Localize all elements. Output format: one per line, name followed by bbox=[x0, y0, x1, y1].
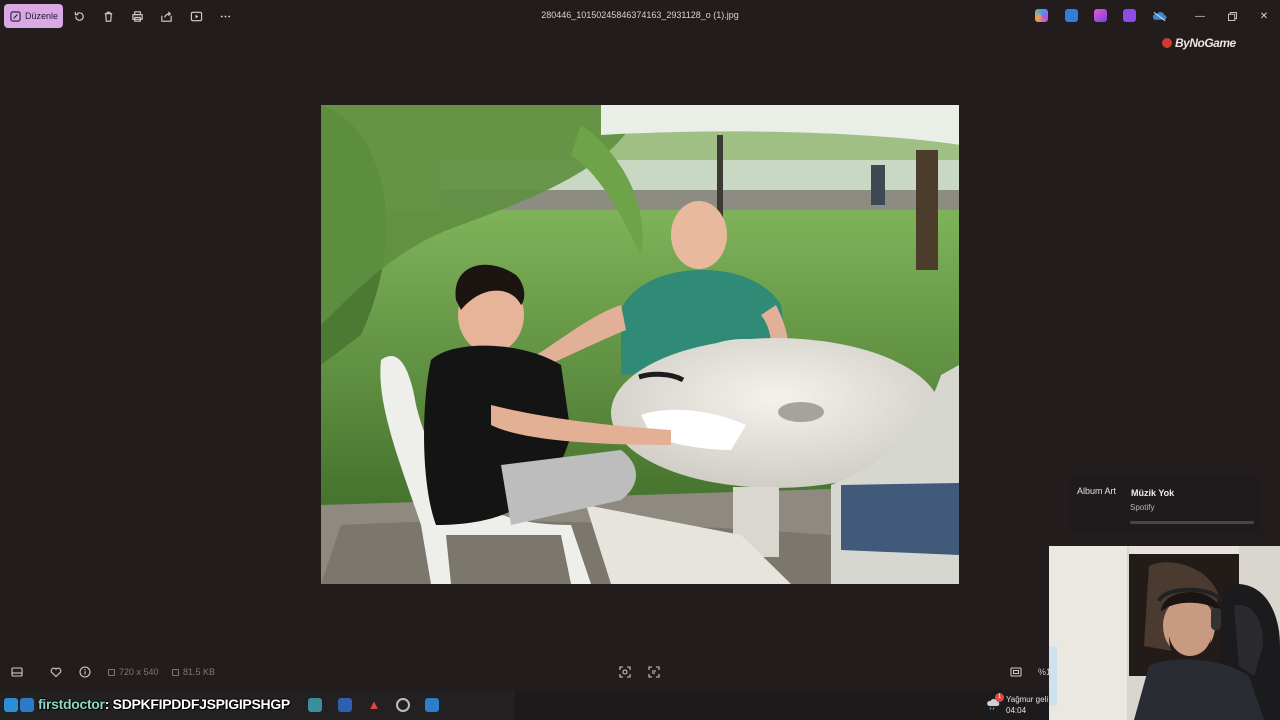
clipchamp-icon[interactable] bbox=[1123, 9, 1136, 22]
photo-image bbox=[321, 105, 959, 584]
search-icon[interactable] bbox=[20, 698, 34, 712]
start-icon[interactable] bbox=[4, 698, 18, 712]
more-icon[interactable] bbox=[217, 8, 233, 24]
scan-text-icon[interactable] bbox=[646, 664, 662, 680]
maximize-icon[interactable] bbox=[1224, 8, 1240, 24]
chat-overlay: firstdoctor: SDPKFIPDDFJSPIGIPSHGP bbox=[38, 696, 290, 712]
acrobat-icon[interactable]: ▲ bbox=[367, 698, 381, 712]
taskbar-apps: ▲ firstdoctor: SDPKFIPDDFJSPIGIPSHGP bbox=[0, 690, 515, 720]
music-title: Müzik Yok bbox=[1131, 488, 1175, 498]
onedrive-icon[interactable] bbox=[1152, 9, 1167, 22]
delete-icon[interactable] bbox=[100, 8, 116, 24]
taskbar-app-icon[interactable] bbox=[308, 698, 322, 712]
favorite-icon[interactable] bbox=[48, 664, 64, 680]
music-progress-bar bbox=[1130, 521, 1254, 524]
weather-text: Yağmur geli bbox=[1006, 695, 1049, 704]
music-source: Spotify bbox=[1130, 503, 1155, 512]
fit-to-window-icon[interactable] bbox=[1008, 664, 1024, 680]
stream-watermark: ByNoGame bbox=[1162, 36, 1236, 50]
print-icon[interactable] bbox=[129, 8, 145, 24]
info-icon[interactable] bbox=[77, 664, 93, 680]
dimensions-icon bbox=[108, 668, 115, 676]
photos-app-window: Düzenle 280446_10150245846374163_2931128… bbox=[0, 0, 1280, 720]
share-icon[interactable] bbox=[158, 8, 174, 24]
close-icon[interactable]: ✕ bbox=[1256, 8, 1272, 24]
edit-button-label: Düzenle bbox=[25, 11, 59, 21]
slideshow-icon[interactable] bbox=[188, 8, 204, 24]
webcam-overlay bbox=[1049, 546, 1280, 720]
file-size-text: 81.5 KB bbox=[183, 667, 216, 677]
rotate-icon[interactable] bbox=[71, 8, 87, 24]
image-dimensions-text: 720 x 540 bbox=[119, 667, 159, 677]
taskbar-app-icon[interactable] bbox=[338, 698, 352, 712]
title-bar: Düzenle 280446_10150245846374163_2931128… bbox=[0, 0, 1280, 33]
watermark-text: ByNoGame bbox=[1175, 36, 1236, 50]
watermark-logo-icon bbox=[1162, 38, 1172, 48]
taskbar: ▲ firstdoctor: SDPKFIPDDFJSPIGIPSHGP 1 Y… bbox=[0, 690, 1049, 720]
notification-badge: 1 bbox=[995, 693, 1004, 702]
chat-message: : SDPKFIPDDFJSPIGIPSHGP bbox=[104, 696, 291, 712]
obs-icon[interactable] bbox=[396, 698, 410, 712]
copilot-icon[interactable] bbox=[1035, 9, 1048, 22]
filmstrip-icon[interactable] bbox=[9, 664, 25, 680]
minimize-icon[interactable]: — bbox=[1192, 8, 1208, 24]
music-widget[interactable]: Album Art Müzik Yok Spotify bbox=[1070, 476, 1262, 534]
image-dimensions: 720 x 540 bbox=[108, 667, 159, 677]
zoom-level[interactable]: %1 bbox=[1038, 667, 1051, 677]
chat-username: firstdoctor bbox=[38, 696, 105, 712]
bottom-bar: 720 x 540 81.5 KB %1 bbox=[0, 658, 1280, 686]
visual-search-icon[interactable] bbox=[617, 664, 633, 680]
photo-view[interactable] bbox=[321, 105, 959, 584]
clock[interactable]: 04:04 bbox=[1006, 706, 1026, 715]
paint-icon[interactable] bbox=[1065, 9, 1078, 22]
designer-icon[interactable] bbox=[1094, 9, 1107, 22]
webcam-image bbox=[1049, 546, 1280, 720]
edit-icon bbox=[10, 10, 21, 22]
photos-taskbar-icon[interactable] bbox=[425, 698, 439, 712]
file-size: 81.5 KB bbox=[172, 667, 215, 677]
album-art: Album Art bbox=[1077, 486, 1117, 496]
edit-button[interactable]: Düzenle bbox=[4, 4, 63, 28]
weather-widget[interactable]: 1 Yağmur geli 04:04 bbox=[986, 692, 1049, 718]
file-size-icon bbox=[172, 668, 179, 676]
